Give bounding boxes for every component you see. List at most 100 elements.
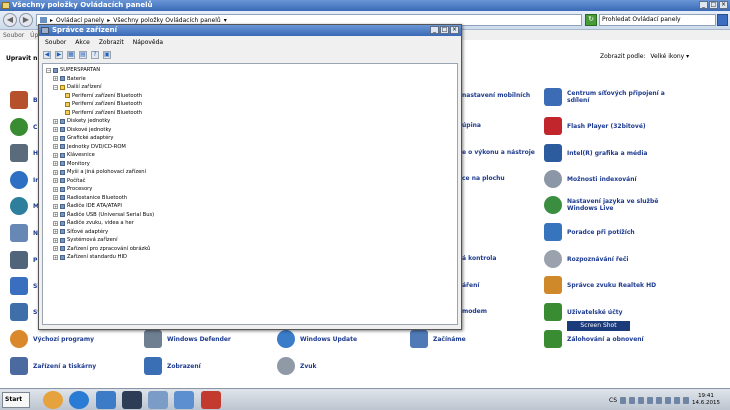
help-icon[interactable]: ?	[91, 51, 99, 59]
device-tree-node[interactable]: + Řadiče USB (Universal Serial Bus)	[53, 211, 154, 219]
view-by-value[interactable]: Velké ikony	[650, 53, 684, 60]
device-tree-node[interactable]: + Zařízení pro zpracování obrázků	[53, 245, 150, 253]
network-icon[interactable]	[674, 396, 680, 404]
cp-item-27[interactable]: Windows Defender	[144, 330, 231, 348]
cp-item-11[interactable]: e o výkonu a nástroje	[462, 149, 535, 156]
cp-item-28[interactable]: Windows Update	[277, 330, 357, 348]
forward-arrow-icon[interactable]: ▶	[55, 51, 63, 59]
device-tree-node[interactable]: + Jednotky DVD/CD-ROM	[53, 143, 126, 151]
refresh-button[interactable]: ↻	[585, 14, 597, 26]
tray-icon[interactable]	[638, 396, 644, 404]
menu-view[interactable]: Zobrazit	[99, 39, 124, 46]
menu-file[interactable]: Soubor	[3, 32, 24, 39]
device-tree-node[interactable]: + Zařízení standardu HID	[53, 253, 127, 261]
cp-item-5[interactable]: N	[10, 224, 38, 242]
cp-item-16[interactable]: Centrum síťových připojení a sdílení	[544, 88, 674, 106]
back-arrow-icon[interactable]: ◀	[43, 51, 51, 59]
internet-explorer-icon[interactable]	[69, 391, 89, 409]
cp-item-31[interactable]: Zobrazení	[144, 357, 201, 375]
snipping-tool-icon[interactable]	[201, 391, 221, 409]
device-tree-node[interactable]: + Diskety jednotky	[53, 117, 110, 125]
device-tree-node[interactable]: + Počítač	[53, 177, 85, 185]
cp-item-7[interactable]: Sl	[10, 277, 39, 295]
expand-toggle-icon[interactable]: +	[53, 229, 58, 234]
cp-item-4[interactable]: M	[10, 197, 39, 215]
tree-view-icon[interactable]: ▦	[67, 51, 75, 59]
device-tree-node[interactable]: + Řadiče zvuku, videa a her	[53, 219, 134, 227]
cp-item-24[interactable]: Uživatelské účty	[544, 303, 623, 321]
menu-help[interactable]: Nápověda	[133, 39, 163, 46]
language-indicator[interactable]: CS	[609, 397, 617, 404]
cp-item-9[interactable]: nastavení mobilních	[462, 92, 530, 99]
expand-toggle-icon[interactable]: +	[53, 254, 58, 260]
minimize-button[interactable]: _	[699, 1, 708, 9]
expand-toggle-icon[interactable]: +	[53, 76, 58, 81]
cp-item-21[interactable]: Poradce při potížích	[544, 223, 635, 241]
device-tree-node[interactable]: + Grafické adaptéry	[53, 134, 113, 142]
minimize-button[interactable]: _	[430, 26, 439, 34]
expand-toggle-icon[interactable]: +	[53, 144, 58, 149]
cp-item-8[interactable]: Sy	[10, 303, 41, 321]
volume-icon[interactable]	[683, 396, 689, 404]
menu-action[interactable]: Akce	[75, 39, 90, 46]
maximize-button[interactable]: □	[709, 1, 718, 9]
chevron-down-icon[interactable]: ▾	[686, 53, 689, 60]
cp-item-2[interactable]: H	[10, 144, 38, 162]
expand-toggle-icon[interactable]: +	[53, 135, 58, 141]
forward-button[interactable]: ▶	[19, 13, 33, 27]
start-button[interactable]: Start	[2, 392, 30, 408]
menu-file[interactable]: Soubor	[45, 39, 66, 46]
device-tree-node[interactable]: + Diskové jednotky	[53, 126, 111, 134]
breadcrumb-item[interactable]: Všechny položky Ovládacích panelů	[113, 17, 221, 24]
view-by[interactable]: Zobrazit podle: Velké ikony ▾	[600, 53, 689, 60]
device-tree-node[interactable]: Periferní zařízení Bluetooth	[65, 92, 142, 100]
cp-item-32[interactable]: Zvuk	[277, 357, 317, 375]
expand-toggle-icon[interactable]: +	[53, 118, 58, 124]
expand-toggle-icon[interactable]: +	[53, 178, 58, 183]
bluetooth-icon[interactable]	[122, 391, 142, 409]
device-tree-node[interactable]: + Řadiče IDE ATA/ATAPI	[53, 202, 122, 210]
expand-toggle-icon[interactable]: +	[53, 169, 58, 175]
expand-toggle-icon[interactable]: +	[53, 220, 58, 226]
device-tree-node[interactable]: + Myši a jiná polohovací zařízení	[53, 168, 146, 176]
tray-icon[interactable]	[620, 396, 626, 404]
maximize-button[interactable]: □	[440, 26, 449, 34]
device-tree-node[interactable]: + Monitory	[53, 160, 90, 168]
expand-toggle-icon[interactable]: +	[53, 195, 58, 200]
search-icon[interactable]	[717, 14, 728, 26]
cp-item-29[interactable]: Začínáme	[410, 330, 466, 348]
tray-icon[interactable]	[629, 396, 635, 404]
tray-icon[interactable]	[647, 396, 653, 404]
cp-item-0[interactable]: Bi	[10, 91, 40, 109]
cp-item-14[interactable]: áření	[462, 282, 479, 289]
breadcrumb-item[interactable]: Ovládací panely	[56, 17, 104, 24]
cp-item-26[interactable]: Výchozí programy	[10, 330, 94, 348]
expand-toggle-icon[interactable]: +	[53, 186, 58, 192]
expand-toggle-icon[interactable]: +	[53, 161, 58, 166]
device-tree-node[interactable]: − SUPERSPARTAN	[46, 66, 100, 74]
device-tree-node[interactable]: − Další zařízení	[53, 83, 102, 91]
close-button[interactable]: ×	[719, 1, 728, 9]
cp-item-6[interactable]: P	[10, 251, 37, 269]
expand-toggle-icon[interactable]: +	[53, 152, 58, 158]
bluetooth-tray-icon[interactable]	[665, 396, 671, 404]
expand-toggle-icon[interactable]: +	[53, 212, 58, 217]
expand-toggle-icon[interactable]: −	[53, 84, 58, 90]
cp-item-18[interactable]: Intel(R) grafika a média	[544, 144, 647, 162]
device-tree-node[interactable]: + Systémová zařízení	[53, 236, 118, 244]
cp-item-10[interactable]: úpina	[462, 122, 481, 129]
cp-item-25[interactable]: Zálohování a obnovení	[544, 330, 644, 348]
device-tree-node[interactable]: + Síťové adaptéry	[53, 228, 108, 236]
cp-item-3[interactable]: Ir	[10, 171, 38, 189]
device-tree-node[interactable]: Periferní zařízení Bluetooth	[65, 109, 142, 117]
chrome-icon[interactable]	[43, 391, 63, 409]
cp-item-15[interactable]: modem	[462, 308, 487, 315]
device-tree-node[interactable]: + Baterie	[53, 75, 86, 83]
close-button[interactable]: ×	[450, 26, 459, 34]
properties-icon[interactable]: ▤	[79, 51, 87, 59]
expand-toggle-icon[interactable]: −	[46, 67, 51, 73]
expand-toggle-icon[interactable]: +	[53, 237, 58, 243]
chevron-down-icon[interactable]: ▾	[224, 17, 227, 24]
cp-item-20[interactable]: Nastavení jazyka ve službě Windows Live	[544, 196, 674, 214]
device-tree-node[interactable]: + Klávesnice	[53, 151, 95, 159]
